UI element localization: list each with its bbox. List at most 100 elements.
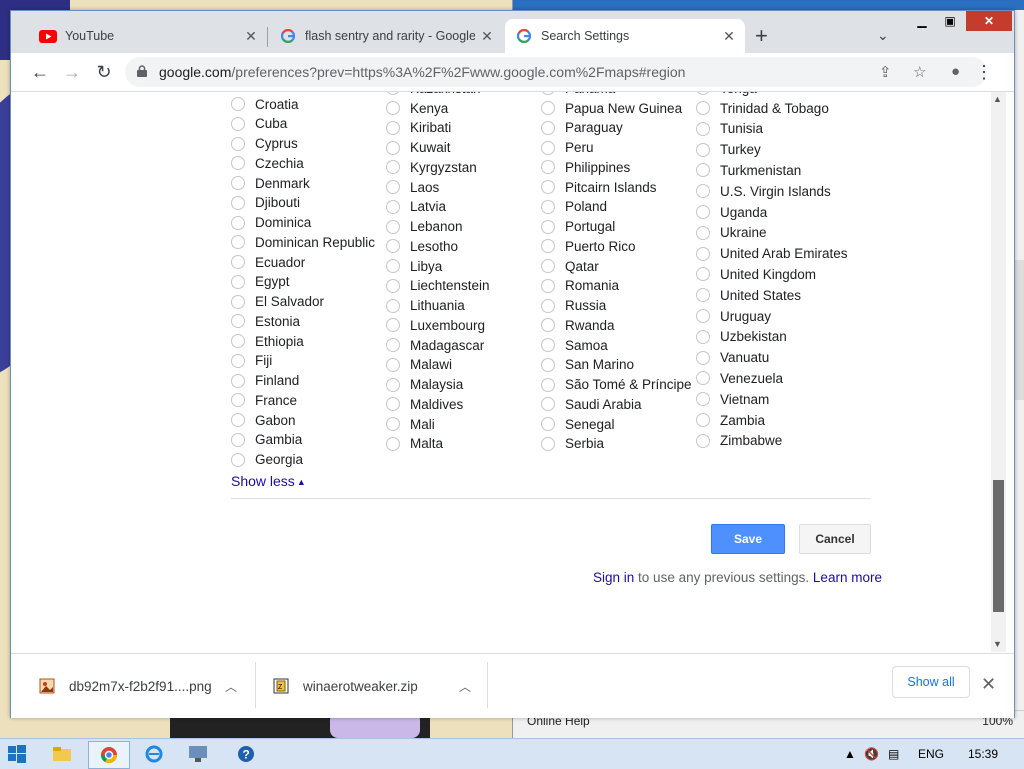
radio-button[interactable]: [696, 121, 710, 136]
region-option[interactable]: Romania: [541, 276, 619, 296]
region-option[interactable]: Pitcairn Islands: [541, 177, 657, 197]
clock[interactable]: 15:39: [968, 747, 998, 761]
radio-button[interactable]: [541, 278, 555, 293]
tab-search-chevron-icon[interactable]: ⌄: [877, 27, 889, 44]
menu-kebab-icon[interactable]: ⋮: [973, 61, 995, 83]
radio-button[interactable]: [386, 397, 400, 412]
radio-button[interactable]: [696, 205, 710, 219]
radio-button[interactable]: [386, 140, 400, 155]
radio-button[interactable]: [386, 377, 400, 392]
region-option[interactable]: Venezuela: [696, 368, 783, 388]
sign-in-link[interactable]: Sign in: [593, 570, 634, 585]
radio-button[interactable]: [541, 397, 555, 412]
radio-button[interactable]: [696, 371, 710, 386]
region-option[interactable]: Lesotho: [386, 236, 458, 256]
chevron-up-icon[interactable]: ︿: [459, 678, 471, 695]
scroll-down-icon[interactable]: ▼: [993, 639, 1002, 649]
region-option[interactable]: Portugal: [541, 217, 615, 237]
region-option[interactable]: Lithuania: [386, 296, 465, 316]
new-tab-button[interactable]: +: [755, 25, 768, 47]
radio-button[interactable]: [696, 92, 710, 95]
tray-expand-icon[interactable]: ▲: [844, 747, 856, 761]
radio-button[interactable]: [231, 294, 245, 309]
region-option[interactable]: Kiribati: [386, 118, 451, 138]
close-icon[interactable]: ✕: [479, 28, 495, 44]
radio-button[interactable]: [696, 392, 710, 407]
network-icon[interactable]: ▤: [888, 747, 899, 761]
radio-button[interactable]: [696, 246, 710, 261]
region-option[interactable]: Gabon: [231, 410, 296, 430]
radio-button[interactable]: [696, 350, 710, 365]
back-icon[interactable]: ←: [29, 61, 51, 83]
radio-button[interactable]: [386, 92, 400, 95]
region-option[interactable]: Cyprus: [231, 134, 298, 154]
radio-button[interactable]: [386, 357, 400, 372]
window-close-button[interactable]: ✕: [966, 11, 1012, 31]
radio-button[interactable]: [231, 413, 245, 427]
region-option[interactable]: Finland: [231, 371, 299, 391]
radio-button[interactable]: [696, 142, 710, 157]
region-option[interactable]: Libya: [386, 256, 442, 276]
region-option[interactable]: Rwanda: [541, 315, 615, 335]
region-option[interactable]: Malta: [386, 434, 443, 454]
radio-button[interactable]: [696, 184, 710, 199]
radio-button[interactable]: [696, 329, 710, 344]
radio-button[interactable]: [541, 259, 555, 273]
region-option[interactable]: Dominica: [231, 213, 311, 233]
region-option[interactable]: United Arab Emirates: [696, 244, 848, 264]
chrome-taskbar-button[interactable]: [88, 741, 130, 769]
radio-button[interactable]: [231, 97, 245, 111]
learn-more-link[interactable]: Learn more: [813, 570, 882, 585]
close-icon[interactable]: ✕: [243, 28, 259, 44]
radio-button[interactable]: [231, 353, 245, 368]
radio-button[interactable]: [386, 298, 400, 313]
region-option[interactable]: Mali: [386, 414, 435, 434]
region-option[interactable]: Estonia: [231, 311, 300, 331]
cancel-button[interactable]: Cancel: [799, 524, 871, 554]
region-option[interactable]: Ukraine: [696, 223, 767, 243]
region-option[interactable]: Denmark: [231, 173, 310, 193]
url-text[interactable]: google.com/preferences?prev=https%3A%2F%…: [159, 64, 685, 80]
region-option[interactable]: Lebanon: [386, 217, 463, 237]
region-option[interactable]: Peru: [541, 138, 594, 158]
radio-button[interactable]: [541, 436, 555, 451]
region-option[interactable]: Papua New Guinea: [541, 98, 682, 118]
radio-button[interactable]: [696, 309, 710, 323]
region-option[interactable]: Dominican Republic: [231, 232, 375, 252]
radio-button[interactable]: [386, 101, 400, 115]
region-option[interactable]: Senegal: [541, 414, 615, 434]
region-option[interactable]: Malaysia: [386, 375, 463, 395]
region-option[interactable]: Vietnam: [696, 389, 769, 409]
page-scrollbar[interactable]: ▲ ▼: [991, 92, 1006, 652]
radio-button[interactable]: [696, 225, 710, 240]
radio-button[interactable]: [231, 116, 245, 131]
radio-button[interactable]: [386, 338, 400, 352]
language-indicator[interactable]: ENG: [918, 747, 944, 761]
region-option[interactable]: Poland: [541, 197, 607, 217]
region-option[interactable]: Georgia: [231, 450, 303, 470]
speaker-muted-icon[interactable]: 🔇: [864, 747, 879, 761]
region-option[interactable]: Uruguay: [696, 306, 771, 326]
radio-button[interactable]: [386, 436, 400, 451]
reload-icon[interactable]: ↻: [93, 61, 115, 83]
region-option[interactable]: Madagascar: [386, 335, 484, 355]
region-option[interactable]: Croatia: [231, 94, 299, 114]
region-option[interactable]: Kenya: [386, 98, 448, 118]
help-taskbar-button[interactable]: ?: [226, 741, 266, 767]
profile-avatar-icon[interactable]: ●: [951, 63, 960, 80]
save-button[interactable]: Save: [711, 524, 785, 554]
region-option[interactable]: Kuwait: [386, 138, 451, 158]
region-option[interactable]: Tunisia: [696, 119, 763, 139]
region-option[interactable]: Vanuatu: [696, 348, 769, 368]
minimize-button[interactable]: ▁: [908, 11, 936, 31]
region-option[interactable]: Puerto Rico: [541, 236, 636, 256]
radio-button[interactable]: [231, 334, 245, 348]
download-item[interactable]: Z winaerotweaker.zip ︿: [273, 654, 483, 718]
radio-button[interactable]: [541, 120, 555, 135]
radio-button[interactable]: [231, 373, 245, 388]
radio-button[interactable]: [541, 318, 555, 333]
region-option[interactable]: Fiji: [231, 351, 272, 371]
region-option[interactable]: Latvia: [386, 197, 446, 217]
radio-button[interactable]: [231, 452, 245, 467]
radio-button[interactable]: [386, 180, 400, 194]
